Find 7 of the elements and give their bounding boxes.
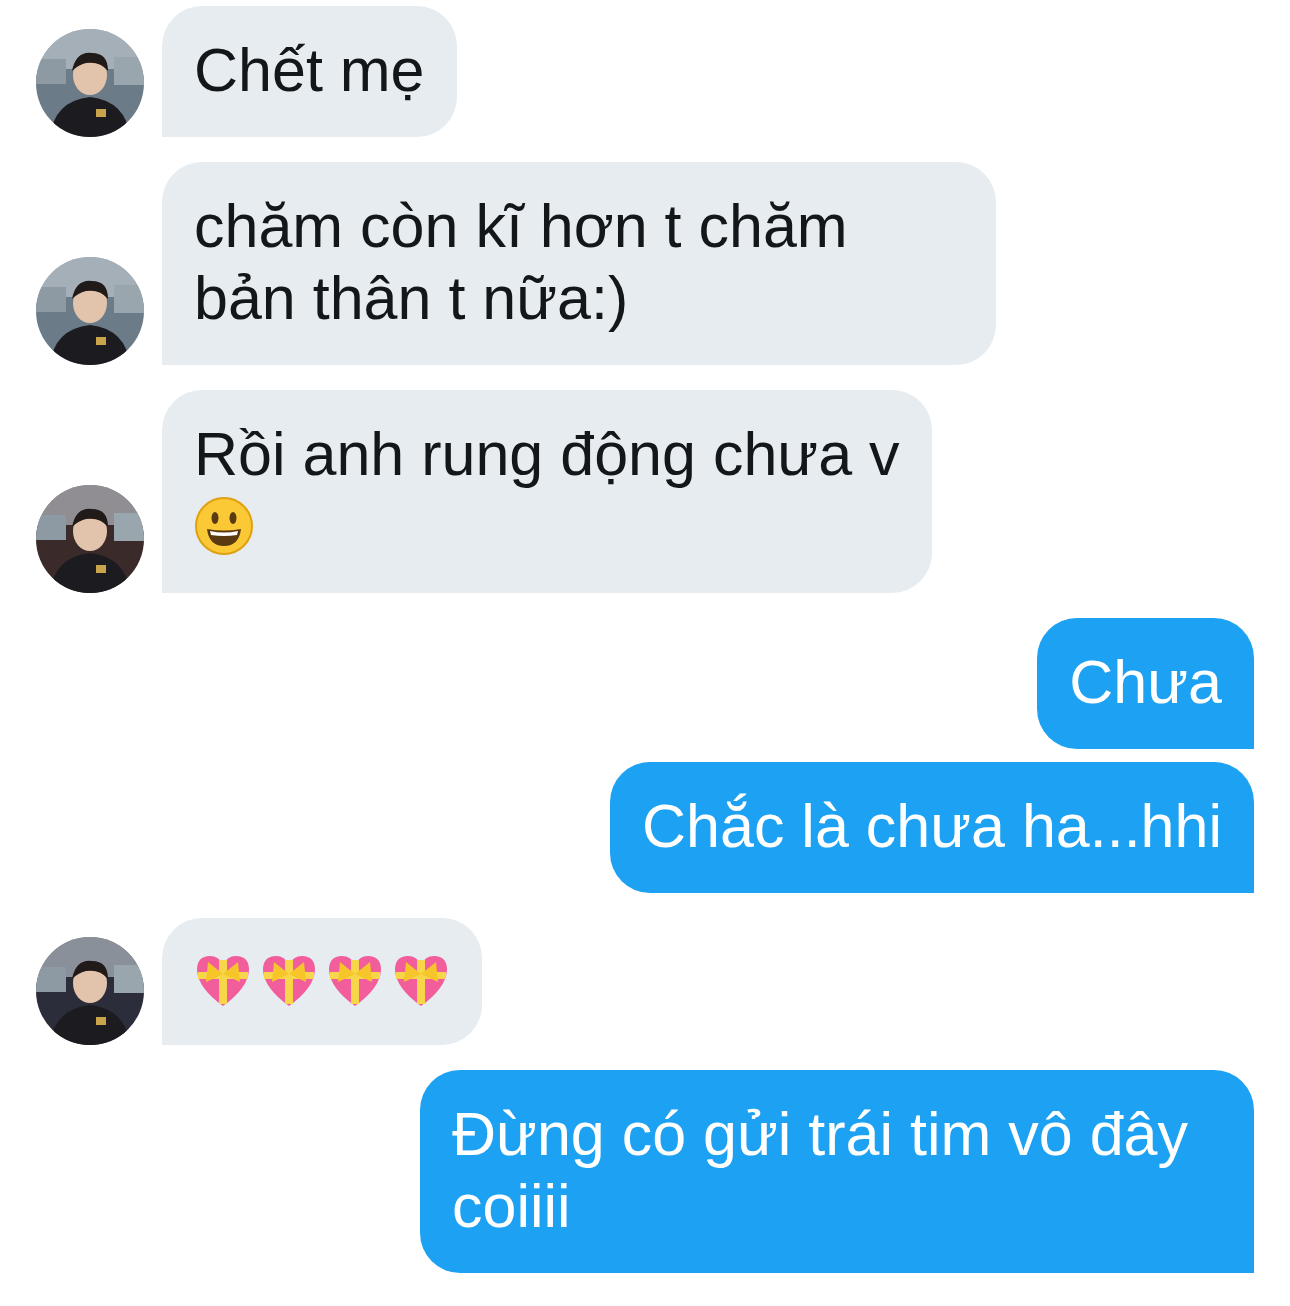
smiley-icon — [194, 496, 254, 556]
message-text: Chết mẹ — [194, 35, 425, 106]
message-text: chăm còn kĩ hơn t chăm bản thân t nữa:) — [194, 191, 849, 334]
message-text: Rồi anh rung động chưa v — [194, 419, 900, 490]
message-text: Chắc là chưa ha...hhi — [642, 791, 1222, 862]
message-text: Đừng có gửi trái tim vô đây coiiii — [452, 1099, 1189, 1242]
message-text: Chưa — [1069, 647, 1222, 718]
